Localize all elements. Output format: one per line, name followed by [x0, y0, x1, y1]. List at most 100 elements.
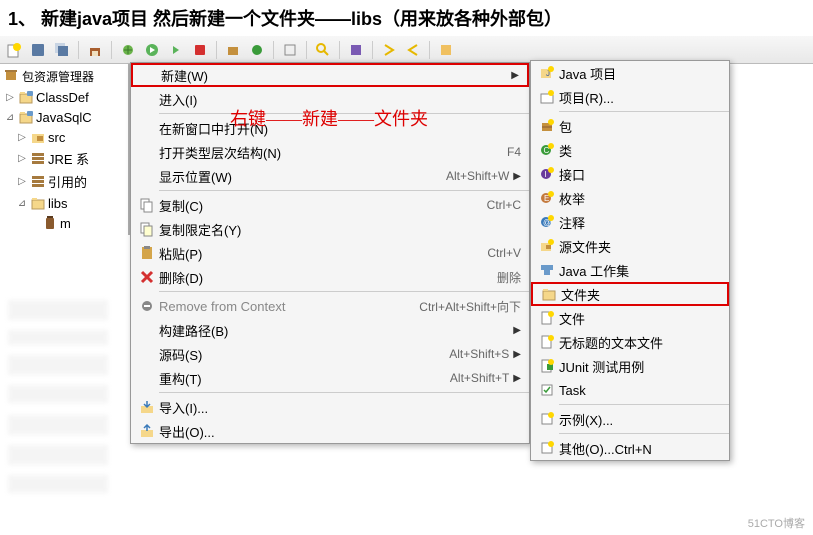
expander-icon[interactable]: ⊿: [16, 198, 28, 209]
context-menu-item[interactable]: 复制(C) Ctrl+C: [131, 193, 529, 217]
prev-annotation-icon[interactable]: [403, 40, 423, 60]
package-explorer-icon: [4, 68, 18, 85]
context-menu-item[interactable]: 新建(W)▶: [131, 63, 529, 87]
tree-item[interactable]: ▷ 引用的: [0, 170, 128, 193]
submenu-item[interactable]: 文件夹: [531, 282, 729, 306]
context-menu-item[interactable]: 打开类型层次结构(N)F4: [131, 140, 529, 164]
run-last-icon[interactable]: [166, 40, 186, 60]
expander-icon[interactable]: ▷: [16, 132, 28, 143]
menu-item-label: 重构(T): [159, 369, 434, 388]
menu-item-label: 显示位置(W): [159, 167, 430, 186]
tree-item[interactable]: ⊿ libs: [0, 193, 128, 213]
context-menu-item[interactable]: 重构(T)Alt+Shift+T▶: [131, 366, 529, 390]
paste-icon: [135, 244, 159, 262]
build-icon[interactable]: [85, 40, 105, 60]
import-icon: [135, 398, 159, 416]
copy-icon: [135, 196, 159, 214]
tree-item-label: 引用的: [48, 172, 87, 191]
separator-icon: [216, 41, 217, 59]
tree-item[interactable]: ▷ClassDef: [0, 87, 128, 107]
submenu-item-label: 枚举: [559, 189, 721, 208]
submenu-item[interactable]: I接口: [531, 162, 729, 186]
menu-item-label: 导入(I)...: [159, 398, 505, 417]
menu-separator: [159, 190, 529, 191]
next-annotation-icon[interactable]: [379, 40, 399, 60]
context-menu-item[interactable]: 构建路径(B) ▶: [131, 318, 529, 342]
tree-item[interactable]: ▷ JRE 系: [0, 147, 128, 170]
expander-icon[interactable]: ▷: [16, 153, 28, 164]
gen-icon[interactable]: [436, 40, 456, 60]
submenu-item[interactable]: E枚举: [531, 186, 729, 210]
context-menu-item[interactable]: 进入(I): [131, 87, 529, 111]
context-menu-item[interactable]: 在新窗口中打开(N): [131, 116, 529, 140]
context-menu-item[interactable]: 显示位置(W)Alt+Shift+W▶: [131, 164, 529, 188]
submenu-item[interactable]: 项目(R)...: [531, 85, 729, 109]
submenu-item[interactable]: 无标题的文本文件: [531, 330, 729, 354]
run-icon[interactable]: [142, 40, 162, 60]
submenu-item[interactable]: 源文件夹: [531, 234, 729, 258]
submenu-item-label: Java 工作集: [559, 261, 721, 280]
submenu-item[interactable]: C类: [531, 138, 729, 162]
new-class-icon[interactable]: [247, 40, 267, 60]
context-menu-item[interactable]: 粘贴(P)Ctrl+V: [131, 241, 529, 265]
blank-icon: [135, 321, 159, 339]
menu-shortcut: Alt+Shift+W: [446, 169, 509, 183]
submenu-item[interactable]: 文件: [531, 306, 729, 330]
submenu-item[interactable]: 示例(X)...: [531, 407, 729, 431]
task-icon[interactable]: [346, 40, 366, 60]
menu-separator: [559, 404, 729, 405]
save-all-icon[interactable]: [52, 40, 72, 60]
menu-shortcut: Ctrl+Alt+Shift+向下: [419, 298, 521, 315]
menu-item-label: 在新窗口中打开(N): [159, 119, 505, 138]
chevron-right-icon: ▶: [513, 325, 521, 336]
example-icon: [535, 410, 559, 428]
menu-item-label: 构建路径(B): [159, 321, 493, 340]
separator-icon: [111, 41, 112, 59]
submenu-item-label: 其他(O)...Ctrl+N: [559, 439, 721, 458]
tree-item[interactable]: ▷ src: [0, 127, 128, 147]
submenu-item[interactable]: 其他(O)...Ctrl+N: [531, 436, 729, 460]
context-menu-item[interactable]: 删除(D)删除: [131, 265, 529, 289]
jre-icon: [30, 174, 46, 190]
expander-icon[interactable]: ⊿: [4, 112, 16, 123]
submenu-item[interactable]: Task: [531, 378, 729, 402]
save-icon[interactable]: [28, 40, 48, 60]
tree-item-label: src: [48, 130, 65, 145]
menu-separator: [159, 113, 529, 114]
separator-icon: [306, 41, 307, 59]
menu-item-label: 复制(C): [159, 196, 471, 215]
menu-separator: [159, 291, 529, 292]
menu-item-label: 粘贴(P): [159, 244, 471, 263]
search-icon[interactable]: [313, 40, 333, 60]
tree-item[interactable]: ⊿ JavaSqlC: [0, 107, 128, 127]
submenu-item-label: 无标题的文本文件: [559, 333, 721, 352]
new-icon[interactable]: [4, 40, 24, 60]
tree-item[interactable]: m: [0, 213, 128, 233]
submenu-item[interactable]: JUnit 测试用例: [531, 354, 729, 378]
separator-icon: [372, 41, 373, 59]
context-menu-item[interactable]: Remove from ContextCtrl+Alt+Shift+向下: [131, 294, 529, 318]
context-menu-item[interactable]: 导出(O)...: [131, 419, 529, 443]
expander-icon[interactable]: ▷: [16, 176, 28, 187]
tree-item-label: libs: [48, 196, 68, 211]
submenu-item[interactable]: JJava 项目: [531, 61, 729, 85]
open-type-icon[interactable]: [280, 40, 300, 60]
context-menu-item[interactable]: 复制限定名(Y): [131, 217, 529, 241]
annotation-icon: @: [535, 213, 559, 231]
class-icon: C: [535, 141, 559, 159]
tree-item-label: JRE 系: [48, 149, 89, 168]
context-menu-item[interactable]: 源码(S)Alt+Shift+S▶: [131, 342, 529, 366]
submenu-item[interactable]: Java 工作集: [531, 258, 729, 282]
context-menu-item[interactable]: 导入(I)...: [131, 395, 529, 419]
expander-icon[interactable]: ▷: [4, 92, 16, 103]
new-package-icon[interactable]: [223, 40, 243, 60]
src-folder-icon: [535, 237, 559, 255]
submenu-item-label: Java 项目: [559, 64, 721, 83]
ext-tools-icon[interactable]: [190, 40, 210, 60]
submenu-item[interactable]: @注释: [531, 210, 729, 234]
tree-item-label: JavaSqlC: [36, 110, 92, 125]
submenu-item[interactable]: 包: [531, 114, 729, 138]
menu-shortcut: Ctrl+C: [487, 198, 521, 212]
page-title: 1、 新建java项目 然后新建一个文件夹——libs（用来放各种外部包）: [0, 0, 813, 36]
debug-icon[interactable]: [118, 40, 138, 60]
